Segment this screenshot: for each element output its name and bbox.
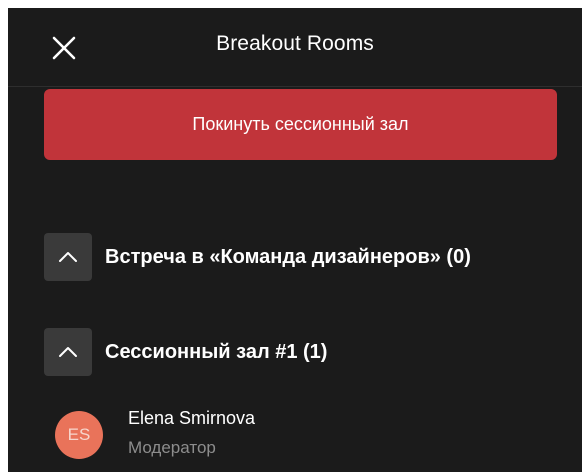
breakout-rooms-panel: Breakout Rooms Покинуть сессионный зал В… xyxy=(8,8,582,472)
participant-item[interactable]: ES Elena Smirnova Модератор xyxy=(55,406,555,466)
room-row-breakout-1[interactable]: Сессионный зал #1 (1) xyxy=(44,328,564,376)
room-label: Встреча в «Команда дизайнеров» (0) xyxy=(105,245,471,268)
collapse-room-button[interactable] xyxy=(44,328,92,376)
participant-name: Elena Smirnova xyxy=(128,408,256,428)
chevron-up-icon xyxy=(59,347,77,357)
avatar: ES xyxy=(55,411,103,459)
room-row-main-meeting[interactable]: Встреча в «Команда дизайнеров» (0) xyxy=(44,233,564,281)
leave-breakout-room-button[interactable]: Покинуть сессионный зал xyxy=(44,89,557,160)
chevron-up-icon xyxy=(59,252,77,262)
room-label: Сессионный зал #1 (1) xyxy=(105,340,328,363)
collapse-room-button[interactable] xyxy=(44,233,92,281)
panel-header: Breakout Rooms xyxy=(8,8,582,87)
panel-title: Breakout Rooms xyxy=(216,32,374,55)
participant-role: Модератор xyxy=(128,438,216,457)
